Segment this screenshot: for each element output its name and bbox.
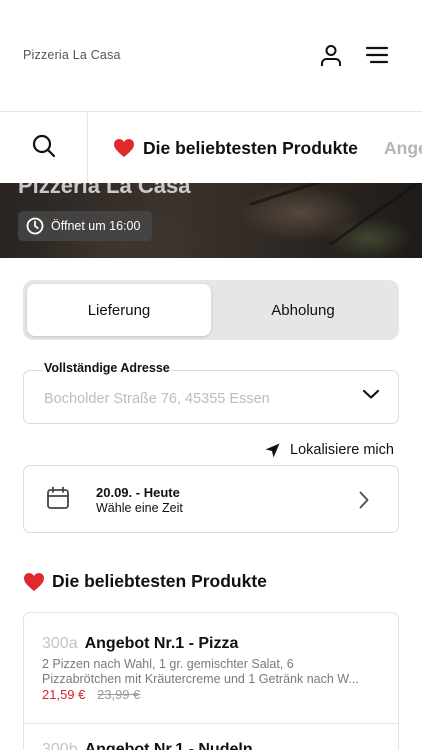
- category-tab-label: Angebote: [384, 137, 422, 158]
- clock-icon: [26, 217, 44, 235]
- hamburger-menu-icon[interactable]: [364, 42, 390, 68]
- pickup-option[interactable]: Abholung: [211, 284, 395, 336]
- chevron-down-icon[interactable]: [362, 388, 380, 400]
- hero-banner: Pizzeria La Casa Öffnet um 16:00: [0, 183, 422, 258]
- opening-status-badge: Öffnet um 16:00: [18, 211, 153, 241]
- location-arrow-icon: [265, 443, 280, 458]
- locate-me-label: Lokalisiere mich: [290, 442, 394, 458]
- address-field[interactable]: Vollständige Adresse Bocholder Straße 76…: [23, 361, 399, 424]
- product-list: 300a Angebot Nr.1 - Pizza 2 Pizzen nach …: [23, 612, 399, 750]
- product-item[interactable]: 300b Angebot Nr.1 - Nudeln: [42, 741, 253, 750]
- product-description-line: Pizzabrötchen mit Kräutercreme und 1 Get…: [42, 672, 359, 686]
- product-description-line: 2 Pizzen nach Wahl, 1 gr. gemischter Sal…: [42, 657, 294, 671]
- section-heading-popular: Die beliebtesten Produkte: [23, 571, 267, 592]
- section-title-text: Die beliebtesten Produkte: [52, 571, 267, 591]
- product-number: 300a: [42, 635, 78, 652]
- app-header: Pizzeria La Casa: [0, 0, 422, 112]
- category-tab-label: Die beliebtesten Produkte: [143, 137, 358, 158]
- address-label: Vollständige Adresse: [44, 361, 170, 375]
- delivery-mode-toggle: Lieferung Abholung: [23, 280, 399, 340]
- divider: [24, 723, 398, 724]
- product-item[interactable]: 300a Angebot Nr.1 - Pizza 2 Pizzen nach …: [42, 635, 382, 702]
- current-price: 21,59 €: [42, 687, 86, 702]
- product-name: Angebot Nr.1 - Nudeln: [84, 741, 253, 750]
- restaurant-title: Pizzeria La Casa: [18, 183, 191, 198]
- product-number: 300b: [42, 741, 78, 750]
- original-price: 23,99 €: [97, 687, 141, 702]
- category-tab-offers[interactable]: Angebote: [384, 113, 422, 183]
- hero-decoration: [249, 183, 384, 206]
- time-prompt: Wähle eine Zeit: [96, 501, 183, 515]
- search-button[interactable]: [0, 113, 88, 183]
- product-price: 21,59 € 23,99 €: [42, 687, 382, 702]
- locate-me-button[interactable]: Lokalisiere mich: [265, 440, 394, 460]
- user-icon[interactable]: [318, 42, 344, 68]
- address-placeholder: Bocholder Straße 76, 45355 Essen: [44, 391, 270, 407]
- delivery-option[interactable]: Lieferung: [27, 284, 211, 336]
- product-description: 2 Pizzen nach Wahl, 1 gr. gemischter Sal…: [42, 657, 382, 687]
- chevron-right-icon: [358, 490, 370, 510]
- product-name: Angebot Nr.1 - Pizza: [84, 635, 239, 652]
- heart-icon: [23, 572, 45, 592]
- date-time-selector[interactable]: 20.09. - Heute Wähle eine Zeit: [23, 465, 399, 533]
- opening-status-text: Öffnet um 16:00: [51, 219, 141, 233]
- search-icon: [32, 134, 56, 163]
- calendar-icon: [46, 486, 70, 510]
- category-bar: Die beliebtesten Produkte Angebote: [0, 113, 422, 183]
- heart-icon: [113, 138, 135, 158]
- hero-decoration: [329, 183, 421, 246]
- brand-name[interactable]: Pizzeria La Casa: [23, 48, 121, 62]
- category-tab-popular[interactable]: Die beliebtesten Produkte: [113, 113, 358, 183]
- date-title: 20.09. - Heute: [96, 485, 180, 500]
